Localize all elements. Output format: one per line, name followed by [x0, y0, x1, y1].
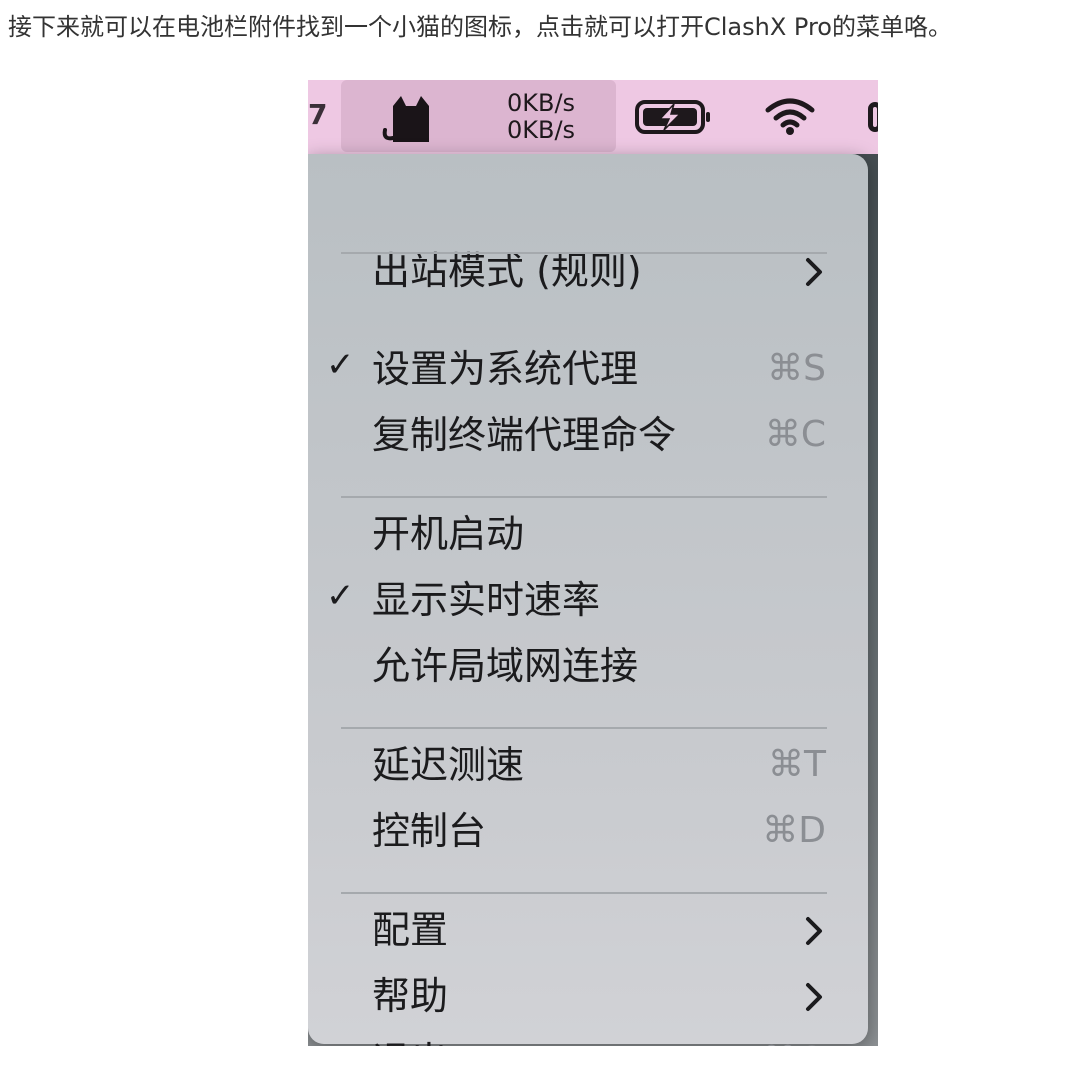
menu-bar: 7 0KB/s 0KB/s: [308, 80, 878, 154]
menu-item-label: 配置: [372, 908, 449, 952]
wifi-icon[interactable]: [764, 96, 816, 136]
chevron-right-icon: [806, 983, 822, 1011]
menu-item-allow-lan-connection[interactable]: 允许局域网连接: [308, 644, 868, 717]
menu-separator: [341, 252, 827, 254]
clashx-status-item[interactable]: 0KB/s 0KB/s: [341, 80, 616, 152]
menu-item-label: 延迟测速: [372, 743, 525, 787]
menu-item-show-realtime-speed[interactable]: ✓ 显示实时速率: [308, 576, 868, 650]
menu-screenshot: 7 0KB/s 0KB/s 出站模式 (规则) ✓ 设置为系统代理 ⌘S 复制终…: [308, 80, 878, 1046]
menu-item-shortcut: ⌘D: [762, 810, 826, 851]
menu-item-outbound-mode[interactable]: 出站模式 (规则): [308, 249, 868, 318]
download-speed: 0KB/s: [506, 116, 576, 144]
chevron-right-icon: [806, 258, 822, 286]
menu-item-copy-terminal-proxy-command[interactable]: 复制终端代理命令 ⌘C: [308, 413, 868, 484]
menu-item-dashboard[interactable]: 控制台 ⌘D: [308, 809, 868, 883]
checkmark-icon: ✓: [326, 345, 355, 385]
menubar-clipped-icon: [868, 102, 878, 132]
menu-item-label: 复制终端代理命令: [372, 413, 677, 457]
menu-item-label: 允许局域网连接: [372, 644, 639, 688]
chevron-right-icon: [806, 917, 822, 945]
menu-item-label: 退出: [372, 1037, 448, 1046]
menubar-left-edge-glyph: 7: [308, 98, 328, 131]
menu-item-shortcut: ⌘S: [767, 348, 826, 389]
menu-item-shortcut: ⌘T: [768, 744, 826, 785]
menu-separator: [341, 892, 827, 894]
article-caption: 接下来就可以在电池栏附件找到一个小猫的图标，点击就可以打开ClashX Pro的…: [8, 13, 952, 41]
menu-separator: [341, 727, 827, 729]
menu-item-shortcut: ⌘C: [764, 414, 826, 455]
menu-item-set-system-proxy[interactable]: ✓ 设置为系统代理 ⌘S: [308, 345, 868, 418]
menu-item-shortcut: ⌘Q: [762, 1037, 826, 1046]
battery-charging-icon[interactable]: [634, 98, 714, 136]
menu-item-label: 出站模式 (规则): [372, 249, 642, 293]
menu-item-label: 控制台: [372, 809, 487, 853]
menu-item-label: 开机启动: [372, 512, 525, 556]
upload-speed: 0KB/s: [506, 89, 576, 117]
cat-icon: [382, 96, 429, 142]
menu-separator: [341, 496, 827, 498]
network-speed-readout: 0KB/s 0KB/s: [491, 90, 591, 144]
clashx-dropdown-menu: 出站模式 (规则) ✓ 设置为系统代理 ⌘S 复制终端代理命令 ⌘C 开机启动 …: [308, 154, 868, 1046]
checkmark-icon: ✓: [326, 576, 355, 616]
menu-item-label: 帮助: [372, 974, 449, 1018]
menu-item-label: 显示实时速率: [372, 578, 601, 622]
menu-item-label: 设置为系统代理: [372, 347, 639, 391]
